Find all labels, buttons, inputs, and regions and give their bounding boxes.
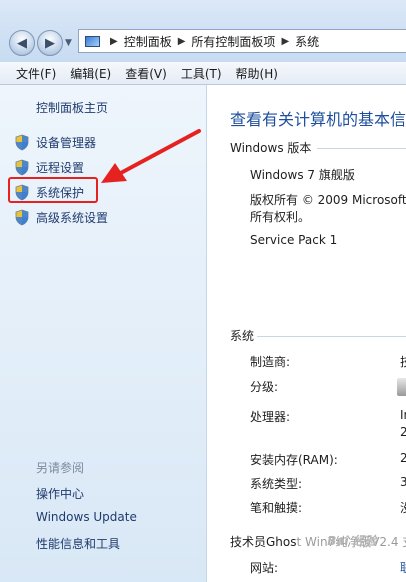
back-button[interactable]: ◀ (9, 30, 35, 56)
rating-badge[interactable] (397, 378, 406, 396)
sidebar-item-advanced-settings[interactable]: 高级系统设置 (14, 207, 108, 227)
sidebar-item-label: 设备管理器 (36, 135, 97, 150)
forward-button[interactable]: ▶ (37, 30, 63, 56)
arrow-left-icon: ◀ (17, 35, 27, 51)
manufacturer-label: 制造商: (250, 355, 291, 369)
control-panel-icon (85, 35, 100, 47)
divider (317, 148, 406, 149)
sidebar-item-control-panel-home[interactable]: 控制面板主页 (36, 99, 108, 116)
service-pack: Service Pack 1 (250, 233, 338, 247)
highlight-annotation (8, 177, 98, 203)
menu-bar: 文件(F) 编辑(E) 查看(V) 工具(T) 帮助(H) (0, 62, 406, 85)
see-also-heading: 另请参阅 (36, 461, 85, 475)
arrow-right-icon: ▶ (45, 35, 55, 51)
address-bar: ◀ ▶ ▼ ▶ 控制面板 ▶ 所有控制面板项 ▶ 系统 (0, 0, 406, 62)
windows-edition-heading: Windows 版本 (230, 141, 312, 155)
menu-edit[interactable]: 编辑(E) (63, 65, 118, 82)
rating-label: 分级: (250, 380, 279, 394)
menu-help[interactable]: 帮助(H) (229, 65, 285, 82)
watermark: Bai 经验 (297, 529, 406, 551)
website-link[interactable]: 联 (400, 559, 406, 576)
processor-value: In (400, 408, 406, 422)
breadcrumb-item-control-panel[interactable]: 控制面板 (124, 33, 172, 50)
ram-label: 安装内存(RAM): (250, 453, 338, 467)
system-type-value: 3 (400, 475, 406, 489)
copyright-text: 版权所有 © 2009 Microsoft (250, 193, 406, 207)
chevron-right-icon[interactable]: ▶ (178, 36, 186, 47)
edition-name: Windows 7 旗舰版 (250, 168, 355, 182)
menu-file[interactable]: 文件(F) (0, 65, 63, 82)
sidebar-item-remote-settings[interactable]: 远程设置 (14, 157, 84, 177)
website-label: 网站: (250, 561, 279, 575)
breadcrumb-item-all-items[interactable]: 所有控制面板项 (191, 33, 275, 50)
divider (257, 336, 406, 337)
shield-icon (14, 159, 30, 176)
recent-pages-dropdown-icon[interactable]: ▼ (65, 38, 72, 48)
manufacturer-value: 技 (400, 353, 406, 370)
shield-icon (14, 134, 30, 151)
processor-value-2: 2 (400, 425, 406, 439)
processor-label: 处理器: (250, 410, 291, 424)
menu-tools[interactable]: 工具(T) (174, 65, 229, 82)
sidebar-link-performance[interactable]: 性能信息和工具 (36, 535, 120, 552)
shield-icon (14, 209, 30, 226)
page-title: 查看有关计算机的基本信 (230, 110, 406, 129)
breadcrumb-item-system[interactable]: 系统 (295, 33, 319, 50)
red-arrow-annotation (101, 129, 201, 183)
sidebar-item-label: 高级系统设置 (36, 210, 109, 225)
sidebar-link-windows-update[interactable]: Windows Update (36, 510, 137, 524)
chevron-right-icon[interactable]: ▶ (281, 36, 289, 47)
main-content: 查看有关计算机的基本信 Windows 版本 Windows 7 旗舰版 版权所… (207, 85, 406, 582)
breadcrumb[interactable]: ▶ 控制面板 ▶ 所有控制面板项 ▶ 系统 (78, 29, 406, 53)
system-type-label: 系统类型: (250, 477, 303, 491)
pen-touch-value: 没 (400, 499, 406, 516)
copyright-text-2: 所有权利。 (250, 210, 311, 224)
system-heading: 系统 (230, 329, 255, 343)
chevron-right-icon[interactable]: ▶ (110, 36, 118, 47)
ram-value: 2 (400, 451, 406, 465)
sidebar-item-label: 远程设置 (36, 160, 85, 175)
sidebar-link-action-center[interactable]: 操作中心 (36, 485, 84, 502)
menu-view[interactable]: 查看(V) (118, 65, 174, 82)
pen-touch-label: 笔和触摸: (250, 501, 303, 515)
sidebar-item-device-manager[interactable]: 设备管理器 (14, 132, 96, 152)
